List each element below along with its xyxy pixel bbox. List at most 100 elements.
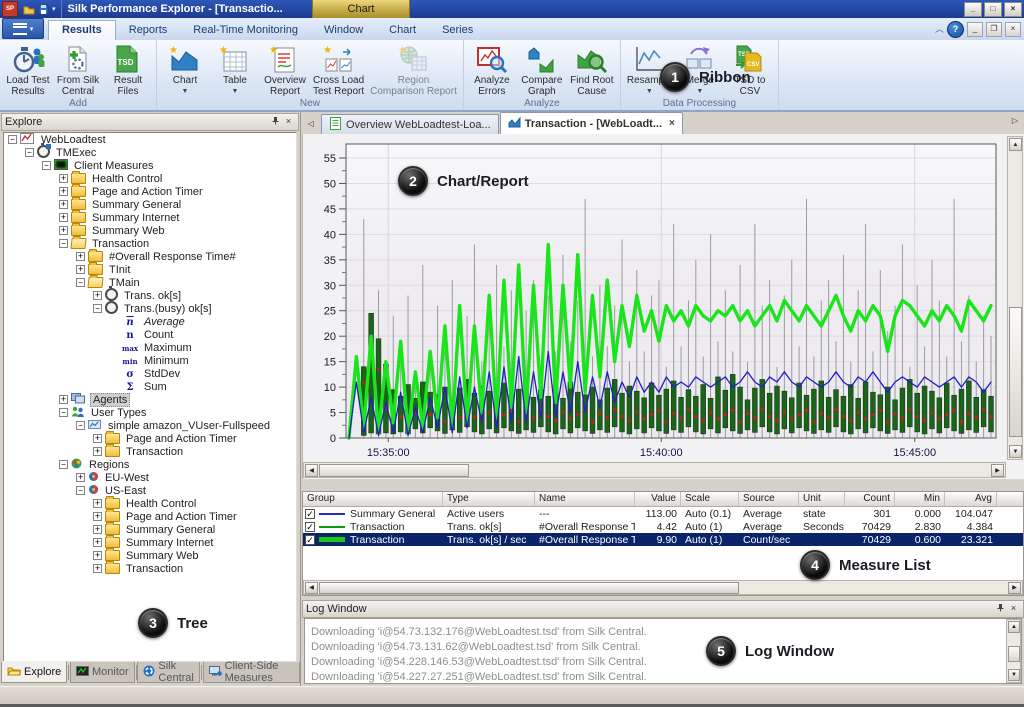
result-files-button[interactable]: TSDResultFiles: [103, 42, 153, 98]
contextual-tab-chart[interactable]: Chart: [312, 0, 410, 18]
panel-tab-explore[interactable]: Explore: [1, 661, 67, 683]
tree-expander-icon[interactable]: +: [59, 213, 68, 222]
tree-expander-icon[interactable]: +: [59, 200, 68, 209]
checkbox[interactable]: ✓: [305, 535, 315, 545]
column-header-unit[interactable]: Unit: [799, 492, 845, 506]
help-icon[interactable]: ?: [947, 21, 964, 38]
tree-expander-icon[interactable]: +: [76, 473, 85, 482]
scroll-down-icon[interactable]: ▼: [1008, 669, 1020, 681]
tree-item-tmain[interactable]: −TMain: [4, 276, 296, 289]
tree-expander-icon[interactable]: +: [93, 499, 102, 508]
panel-tab-monitor[interactable]: Monitor: [70, 662, 135, 683]
log-vertical-scrollbar[interactable]: ▲ ▼: [1006, 619, 1021, 683]
tree-expander-icon[interactable]: +: [76, 265, 85, 274]
tree-expander-icon[interactable]: +: [93, 447, 102, 456]
cross-load-test-report-button[interactable]: ★Cross LoadTest Report: [310, 42, 367, 98]
tree-item-transaction[interactable]: +Transaction: [4, 562, 296, 575]
tree-item-summary-internet[interactable]: +Summary Internet: [4, 211, 296, 224]
save-icon[interactable]: [38, 4, 49, 15]
menu-tab-real-time-monitoring[interactable]: Real-Time Monitoring: [180, 21, 311, 40]
scroll-up-icon[interactable]: ▲: [1009, 138, 1022, 151]
tree-item-tmexec[interactable]: −TMExec: [4, 146, 296, 159]
checkbox[interactable]: ✓: [305, 522, 315, 532]
chart-vertical-scrollbar[interactable]: ▲ ▼: [1007, 136, 1023, 460]
tree-item-us-east[interactable]: −US-East: [4, 484, 296, 497]
tree-item-user-types[interactable]: −User Types: [4, 406, 296, 419]
column-header-group[interactable]: Group: [303, 492, 443, 506]
tree-expander-icon[interactable]: −: [25, 148, 34, 157]
tree-expander-icon[interactable]: +: [93, 512, 102, 521]
maximize-button[interactable]: □: [984, 2, 1002, 17]
mdi-close-button[interactable]: ×: [1005, 22, 1021, 37]
tree-item-maximum[interactable]: maxMaximum: [4, 341, 296, 354]
tree-expander-icon[interactable]: +: [59, 187, 68, 196]
tree-item-client-measures[interactable]: −Client Measures: [4, 159, 296, 172]
from-silk-central-button[interactable]: From SilkCentral: [53, 42, 103, 98]
mdi-minimize-button[interactable]: _: [967, 22, 983, 37]
menu-tab-window[interactable]: Window: [311, 21, 376, 40]
tree-item-summary-general[interactable]: +Summary General: [4, 198, 296, 211]
tree-expander-icon[interactable]: −: [76, 486, 85, 495]
tree-item-overall-response-time[interactable]: +#Overall Response Time#: [4, 250, 296, 263]
measure-row-active-users[interactable]: ✓Summary GeneralActive users---113.00Aut…: [303, 507, 1023, 520]
tree-expander-icon[interactable]: +: [93, 291, 102, 300]
mdi-restore-button[interactable]: ❐: [986, 22, 1002, 37]
close-panel-icon[interactable]: ×: [1007, 603, 1020, 615]
tree-item-summary-web[interactable]: +Summary Web: [4, 224, 296, 237]
document-tab-overview-webloadtest-loa[interactable]: Overview WebLoadtest-Loa...: [321, 114, 499, 134]
tree-item-stddev[interactable]: σStdDev: [4, 367, 296, 380]
open-file-icon[interactable]: [23, 4, 35, 15]
tree-item-trans-ok-s[interactable]: +Trans. ok[s]: [4, 289, 296, 302]
menu-tab-series[interactable]: Series: [429, 21, 486, 40]
tree-expander-icon[interactable]: −: [59, 460, 68, 469]
column-header-type[interactable]: Type: [443, 492, 535, 506]
scroll-left-icon[interactable]: ◀: [305, 464, 318, 477]
scroll-thumb[interactable]: [319, 582, 739, 594]
column-header-count[interactable]: Count: [845, 492, 895, 506]
tree-item-summary-internet[interactable]: +Summary Internet: [4, 536, 296, 549]
collapse-ribbon-icon[interactable]: ︿: [935, 23, 944, 36]
tree-item-page-and-action-timer[interactable]: +Page and Action Timer: [4, 510, 296, 523]
tree-expander-icon[interactable]: −: [59, 408, 68, 417]
column-header-scale[interactable]: Scale: [681, 492, 739, 506]
measure-row-trans-ok-s[interactable]: ✓TransactionTrans. ok[s]#Overall Respons…: [303, 520, 1023, 533]
find-root-cause-button[interactable]: Find RootCause: [567, 42, 617, 98]
analyze-errors-button[interactable]: AnalyzeErrors: [467, 42, 517, 98]
tree-item-eu-west[interactable]: +EU-West: [4, 471, 296, 484]
tree-expander-icon[interactable]: +: [59, 174, 68, 183]
column-header-min[interactable]: Min: [895, 492, 945, 506]
menu-tab-results[interactable]: Results: [48, 20, 116, 40]
tree-item-agents[interactable]: +Agents: [4, 393, 296, 406]
load-test-results-button[interactable]: Load TestResults: [3, 42, 53, 98]
tree-item-health-control[interactable]: +Health Control: [4, 497, 296, 510]
tree-expander-icon[interactable]: −: [76, 278, 85, 287]
compare-graph-button[interactable]: CompareGraph: [517, 42, 567, 98]
tree-item-average[interactable]: nAverage: [4, 315, 296, 328]
tree-expander-icon[interactable]: +: [93, 551, 102, 560]
tree-item-tinit[interactable]: +TInit: [4, 263, 296, 276]
column-header-value[interactable]: Value: [635, 492, 681, 506]
scroll-thumb[interactable]: [1009, 307, 1022, 437]
tree-item-transaction[interactable]: −Transaction: [4, 237, 296, 250]
measure-row-trans-ok-s-sec[interactable]: ✓TransactionTrans. ok[s] / sec#Overall R…: [303, 533, 1023, 546]
tree-item-simple-amazon-vuser-fullspeed[interactable]: −simple amazon_VUser-Fullspeed: [4, 419, 296, 432]
tree-expander-icon[interactable]: +: [93, 525, 102, 534]
column-header-source[interactable]: Source: [739, 492, 799, 506]
tree-expander-icon[interactable]: +: [93, 564, 102, 573]
qat-dropdown-icon[interactable]: ▾: [52, 5, 56, 13]
scroll-right-icon[interactable]: ▶: [991, 464, 1004, 477]
chart-button[interactable]: ★Chart▼: [160, 42, 210, 98]
tree-expander-icon[interactable]: −: [59, 239, 68, 248]
panel-tab-client-side-measures[interactable]: Client-Side Measures: [203, 662, 300, 683]
tree-expander-icon[interactable]: +: [76, 252, 85, 261]
tree-item-sum[interactable]: ΣSum: [4, 380, 296, 393]
tab-scroll-left-icon[interactable]: ◁: [304, 117, 318, 131]
column-header-name[interactable]: Name: [535, 492, 635, 506]
tree-expander-icon[interactable]: −: [42, 161, 51, 170]
menu-tab-reports[interactable]: Reports: [116, 21, 181, 40]
menu-tab-chart[interactable]: Chart: [376, 21, 429, 40]
close-panel-icon[interactable]: ×: [282, 116, 295, 128]
tree-item-summary-general[interactable]: +Summary General: [4, 523, 296, 536]
pin-icon[interactable]: [994, 603, 1007, 615]
tree-expander-icon[interactable]: +: [59, 226, 68, 235]
